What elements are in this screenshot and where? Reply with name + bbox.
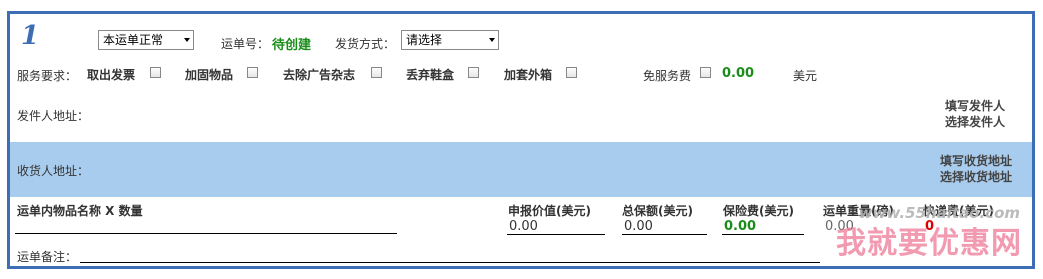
free-service-fee-checkbox[interactable]	[700, 67, 711, 78]
insured-amount-underline	[622, 219, 707, 235]
service-fee-currency: 美元	[793, 69, 818, 83]
service-outer-box-label: 加套外箱	[504, 68, 553, 82]
waybill-index: 1	[21, 21, 40, 51]
fill-sender-link[interactable]: 填写发件人	[945, 98, 1005, 114]
service-requirements-label: 服务要求：	[17, 69, 78, 83]
shipping-method-label: 发货方式：	[335, 37, 396, 51]
fill-receiver-link[interactable]: 填写收货地址	[940, 153, 1012, 169]
service-remove-ads-checkbox[interactable]	[371, 67, 382, 78]
waybill-status-select[interactable]: 本运单正常	[98, 30, 194, 50]
service-fee-value: 0.00	[722, 66, 755, 81]
waybill-number-value: 待创建	[272, 38, 312, 53]
select-receiver-link[interactable]: 选择收货地址	[940, 169, 1012, 185]
service-remove-invoice-checkbox[interactable]	[150, 67, 161, 78]
insurance-premium-header: 保险费(美元)	[723, 204, 794, 218]
insurance-premium-underline	[722, 219, 804, 235]
service-discard-shoebox-label: 丢弃鞋盒	[406, 68, 455, 82]
service-reinforce-checkbox[interactable]	[247, 67, 258, 78]
chevron-down-icon	[184, 38, 190, 42]
free-service-fee-label: 免服务费	[643, 69, 692, 83]
declared-value-header: 申报价值(美元)	[508, 204, 591, 218]
waybill-remark-label: 运单备注：	[17, 250, 78, 264]
service-remove-invoice-label: 取出发票	[87, 68, 136, 82]
waybill-panel: 1 本运单正常 运单号： 待创建 发货方式： 请选择 服务要求： 取出发票 加固…	[7, 11, 1035, 269]
waybill-number-label: 运单号：	[221, 37, 270, 51]
item-name-header: 运单内物品名称 X 数量	[17, 204, 143, 218]
service-remove-ads-label: 去除广告杂志	[283, 68, 356, 82]
select-sender-link[interactable]: 选择发件人	[945, 114, 1005, 130]
receiver-address-section	[10, 142, 1032, 197]
chevron-down-icon	[489, 38, 495, 42]
shipping-method-value: 请选择	[406, 33, 443, 47]
insured-amount-header: 总保额(美元)	[622, 204, 693, 218]
waybill-status-value: 本运单正常	[103, 33, 164, 47]
declared-value-underline	[507, 219, 605, 235]
service-outer-box-checkbox[interactable]	[566, 67, 577, 78]
service-discard-shoebox-checkbox[interactable]	[468, 67, 479, 78]
watermark-logo: 我就要优惠网	[836, 226, 1022, 261]
sender-address-label: 发件人地址：	[17, 109, 90, 123]
service-reinforce-label: 加固物品	[185, 68, 234, 82]
shipping-method-select[interactable]: 请选择	[401, 30, 499, 50]
waybill-remark-input[interactable]	[80, 248, 820, 263]
item-name-input[interactable]	[15, 219, 397, 234]
receiver-address-label: 收货人地址：	[17, 164, 90, 178]
